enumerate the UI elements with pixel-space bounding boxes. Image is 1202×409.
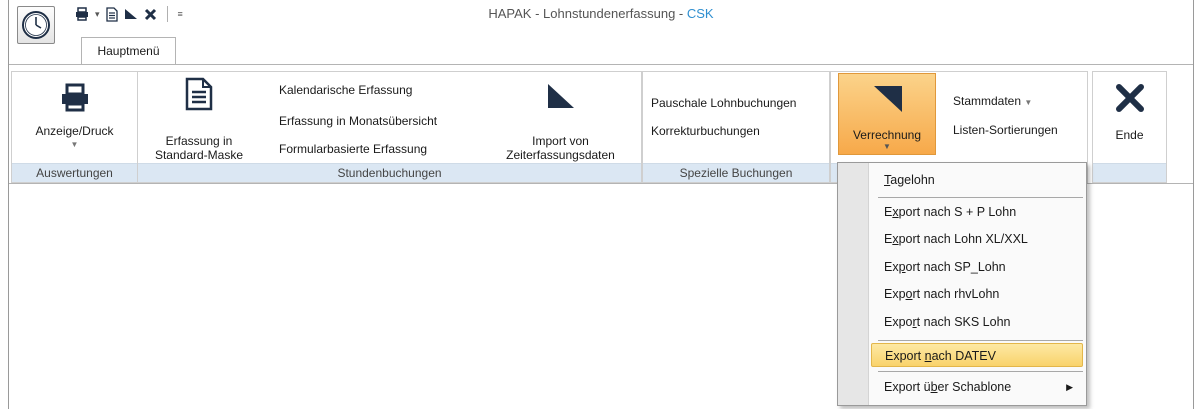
label-rest: port nach S + P Lohn — [898, 205, 1017, 219]
accesskey: b — [930, 380, 938, 394]
group-ende: Ende — [1092, 71, 1167, 183]
kalendarische-erfassung-button[interactable]: Kalendarische Erfassung — [279, 83, 412, 97]
menu-item-export-rhvlohn[interactable]: Export nach rhvLohn — [871, 282, 1083, 306]
verrechnung-dropdown-menu: Tagelohn Export nach S + P Lohn Export n… — [837, 162, 1087, 406]
verrechnung-button[interactable]: Verrechnung ▼ — [838, 73, 936, 155]
label-rest: ort nach SP_Lohn — [905, 260, 1006, 274]
stammdaten-label: Stammdaten — [953, 94, 1022, 108]
group-spezielle-buchungen: Pauschale Lohnbuchungen Korrekturbuchung… — [642, 71, 830, 183]
ende-label: Ende — [1115, 128, 1144, 142]
import-triangle-icon — [546, 76, 576, 116]
close-icon — [1115, 78, 1145, 118]
menu-separator — [878, 197, 1083, 198]
erfassung-standard-maske-button[interactable]: Erfassung in Standard-Maske — [144, 74, 254, 162]
app-window: ▾ ≡ HAPAK - Lohnstundenerfassung - CSK H… — [8, 0, 1194, 409]
menu-item-tagelohn-label: agelohn — [890, 173, 935, 187]
menu-gutter — [838, 163, 869, 405]
verrechnung-label: Verrechnung — [852, 128, 922, 142]
group-stundenbuchungen: Erfassung in Standard-Maske Kalendarisch… — [137, 71, 642, 183]
stammdaten-button[interactable]: Stammdaten ▼ — [953, 94, 1032, 108]
group-auswertungen: Anzeige/Druck ▼ Auswertungen — [11, 71, 138, 183]
label-pre: Exp — [884, 287, 906, 301]
import-zeiterfassungsdaten-button[interactable]: Import von Zeiterfassungsdaten — [483, 76, 638, 162]
anzeige-druck-label: Anzeige/Druck — [35, 124, 114, 138]
label-pre: Ex — [884, 260, 899, 274]
title-bar: ▾ ≡ HAPAK - Lohnstundenerfassung - CSK — [9, 0, 1193, 44]
verrechnung-triangle-icon — [872, 84, 904, 117]
window-title: HAPAK - Lohnstundenerfassung - CSK — [9, 6, 1193, 21]
listen-sortierungen-button[interactable]: Listen-Sortierungen — [953, 123, 1058, 137]
label-pre: Export — [885, 349, 925, 363]
printer-icon — [60, 78, 90, 118]
korrekturbuchungen-button[interactable]: Korrekturbuchungen — [651, 124, 760, 138]
label-rest: port nach Lohn XL/XXL — [898, 232, 1028, 246]
accesskey: n — [924, 349, 932, 363]
menu-item-export-datev[interactable]: Export nach DATEV — [871, 343, 1083, 367]
menu-item-export-lohn-xl[interactable]: Export nach Lohn XL/XXL — [871, 227, 1083, 251]
label-rest: ach DATEV — [931, 349, 996, 363]
import-label-line1: Import von — [532, 134, 589, 148]
formularbasierte-erfassung-button[interactable]: Formularbasierte Erfassung — [279, 142, 427, 156]
document-icon — [185, 74, 213, 114]
label-pre: Expo — [884, 315, 913, 329]
tab-hauptmenue[interactable]: Hauptmenü — [81, 37, 176, 65]
group-label-ende — [1093, 163, 1166, 182]
menu-item-export-sp-lohn[interactable]: Export nach S + P Lohn — [871, 200, 1083, 224]
label-rest: t nach SKS Lohn — [916, 315, 1011, 329]
chevron-down-icon: ▼ — [1024, 98, 1033, 107]
menu-item-tagelohn[interactable]: Tagelohn — [871, 168, 1083, 192]
pauschale-lohnbuchungen-button[interactable]: Pauschale Lohnbuchungen — [651, 96, 796, 110]
menu-item-export-sp-lohn-underscore[interactable]: Export nach SP_Lohn — [871, 255, 1083, 279]
menu-item-export-sks-lohn[interactable]: Export nach SKS Lohn — [871, 310, 1083, 334]
anzeige-druck-button[interactable]: Anzeige/Druck ▼ — [22, 78, 127, 152]
group-label-auswertungen: Auswertungen — [12, 163, 137, 182]
chevron-down-icon: ▼ — [883, 142, 891, 151]
chevron-down-icon: ▼ — [70, 140, 79, 149]
ende-button[interactable]: Ende — [1093, 78, 1166, 142]
accesskey: o — [905, 287, 913, 301]
label-rest: rt nach rhvLohn — [912, 287, 1000, 301]
menu-separator — [878, 371, 1083, 372]
erfassung-monatsuebersicht-button[interactable]: Erfassung in Monatsübersicht — [279, 114, 437, 128]
erfassung-label-line1: Erfassung in — [165, 134, 233, 148]
menu-separator — [878, 340, 1083, 341]
title-text: HAPAK - Lohnstundenerfassung - — [488, 6, 687, 21]
import-label-line2: Zeiterfassungsdaten — [506, 148, 615, 162]
label-pre: Export ü — [884, 380, 931, 394]
erfassung-label-line2: Standard-Maske — [154, 148, 244, 162]
menu-item-export-schablone[interactable]: Export über Schablone ▶ — [871, 375, 1083, 399]
accesskey: p — [898, 260, 906, 274]
group-label-spezielle: Spezielle Buchungen — [643, 163, 829, 182]
title-accent: CSK — [686, 6, 714, 21]
submenu-arrow-icon: ▶ — [1066, 382, 1073, 392]
label-rest: er Schablone — [937, 380, 1012, 394]
group-label-stundenbuchungen: Stundenbuchungen — [138, 163, 641, 182]
